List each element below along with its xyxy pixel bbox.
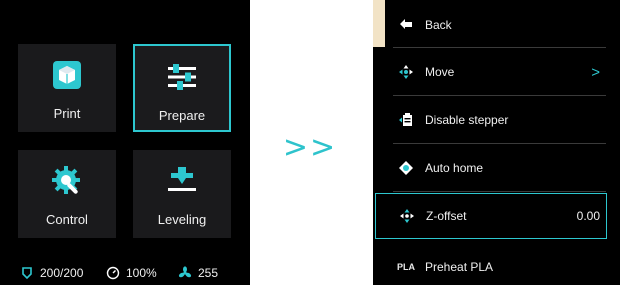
prepare-menu-screen: Back Move > Disable stepper Auto home Z-… xyxy=(373,0,620,285)
pla-icon: PLA xyxy=(397,262,415,272)
menu-item-label: Preheat PLA xyxy=(425,260,494,274)
menu-item-back[interactable]: Back xyxy=(393,2,606,48)
menu-item-z-offset[interactable]: Z-offset 0.00 xyxy=(375,193,607,239)
control-label: Control xyxy=(46,212,88,227)
temperature-status: 200/200 xyxy=(20,266,83,280)
menu-tab-marker xyxy=(373,0,385,47)
menu-item-label: Back xyxy=(425,18,452,32)
control-tile[interactable]: Control xyxy=(18,150,116,238)
print-box-icon xyxy=(53,61,81,89)
menu-divider xyxy=(393,143,606,144)
speed-status: 100% xyxy=(106,266,157,280)
speed-gauge-icon xyxy=(106,266,120,280)
leveling-nozzle-icon xyxy=(168,167,196,191)
speed-value: 100% xyxy=(126,266,157,280)
sliders-icon xyxy=(168,64,196,90)
menu-divider xyxy=(393,95,606,96)
print-tile[interactable]: Print xyxy=(18,44,116,132)
menu-item-label: Move xyxy=(425,65,455,79)
fan-icon xyxy=(178,266,192,278)
chevron-right-icon: > xyxy=(591,63,600,81)
menu-item-move[interactable]: Move > xyxy=(393,49,606,95)
z-offset-value: 0.00 xyxy=(576,209,600,223)
prepare-label: Prepare xyxy=(158,108,206,123)
menu-item-label: Auto home xyxy=(425,161,484,175)
menu-item-label: Disable stepper xyxy=(425,113,509,127)
menu-item-label: Z-offset xyxy=(426,209,467,223)
menu-item-auto-home[interactable]: Auto home xyxy=(393,145,606,191)
back-arrow-icon xyxy=(400,19,412,29)
menu-item-disable-stepper[interactable]: Disable stepper xyxy=(393,97,606,143)
gear-wrench-icon xyxy=(52,166,80,194)
menu-item-preheat-pla[interactable]: PLA Preheat PLA xyxy=(393,244,606,285)
menu-divider xyxy=(393,191,606,192)
temperature-value: 200/200 xyxy=(40,266,84,280)
menu-divider xyxy=(393,47,606,48)
move-icon xyxy=(399,65,413,79)
print-label: Print xyxy=(53,106,81,121)
fan-status: 255 xyxy=(178,266,218,280)
z-offset-icon xyxy=(400,209,414,223)
main-menu-screen: Print Prepare Control Leveling 200/200 1… xyxy=(0,0,250,285)
prepare-tile[interactable]: Prepare xyxy=(133,44,231,132)
fan-value: 255 xyxy=(198,266,219,280)
leveling-tile[interactable]: Leveling xyxy=(133,150,231,238)
transition-arrows: >> xyxy=(282,130,338,165)
status-bar: 200/200 100% 255 xyxy=(0,266,250,284)
disable-stepper-icon xyxy=(399,113,412,126)
leveling-label: Leveling xyxy=(157,212,207,227)
home-target-icon xyxy=(399,161,413,175)
nozzle-temp-icon xyxy=(22,267,32,280)
